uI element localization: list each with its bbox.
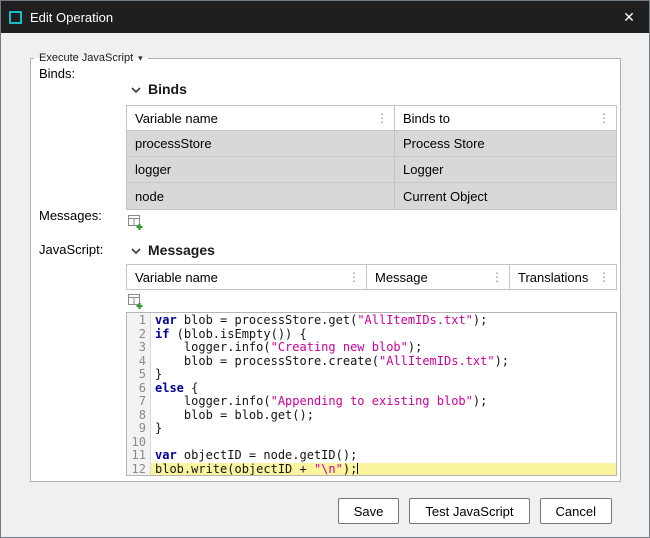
- line-number: 11: [127, 449, 146, 463]
- text-caret: [357, 463, 358, 474]
- binds-table-body: processStoreProcess StoreloggerLoggernod…: [126, 131, 617, 210]
- line-number: 10: [127, 436, 146, 450]
- form-label-binds: Binds:: [39, 66, 75, 81]
- operation-panel: Binds: Messages: JavaScript: Binds Varia…: [30, 58, 621, 482]
- table-row[interactable]: processStoreProcess Store: [127, 131, 616, 157]
- edit-operation-dialog: Edit Operation ✕ Binds: Messages: JavaSc…: [0, 0, 650, 538]
- code-line: }: [151, 422, 616, 436]
- dialog-actions: Save Test JavaScript Cancel: [338, 498, 612, 524]
- cancel-button[interactable]: Cancel: [540, 498, 612, 524]
- messages-table-header: Variable name ⋮ Message ⋮ Translations ⋮: [126, 264, 617, 290]
- line-number: 4: [127, 355, 146, 369]
- code-line: var blob = processStore.get("AllItemIDs.…: [151, 314, 616, 328]
- column-header-variable-name[interactable]: Variable name ⋮: [127, 265, 367, 289]
- table-row[interactable]: nodeCurrent Object: [127, 183, 616, 209]
- column-menu-icon[interactable]: ⋮: [595, 270, 613, 284]
- add-bind-row-button[interactable]: [126, 213, 144, 231]
- save-button[interactable]: Save: [338, 498, 400, 524]
- column-menu-icon[interactable]: ⋮: [595, 111, 613, 125]
- chevron-down-icon[interactable]: [131, 242, 141, 258]
- table-row[interactable]: loggerLogger: [127, 157, 616, 183]
- code-line: else {: [151, 382, 616, 396]
- operation-type-dropdown[interactable]: Execute JavaScript ▾: [34, 51, 148, 65]
- column-header-label: Binds to: [403, 111, 450, 126]
- code-line: if (blob.isEmpty()) {: [151, 328, 616, 342]
- column-header-translations[interactable]: Translations ⋮: [510, 265, 616, 289]
- code-line: logger.info("Creating new blob");: [151, 341, 616, 355]
- code-area[interactable]: var blob = processStore.get("AllItemIDs.…: [151, 313, 616, 475]
- app-icon: [9, 11, 22, 24]
- line-number: 5: [127, 368, 146, 382]
- code-line: [151, 436, 616, 450]
- cell-variable-name[interactable]: logger: [127, 157, 395, 182]
- column-header-label: Variable name: [135, 270, 218, 285]
- line-number: 1: [127, 314, 146, 328]
- code-line: var objectID = node.getID();: [151, 449, 616, 463]
- cell-binds-to[interactable]: Logger: [395, 157, 616, 182]
- dialog-content: Binds: Messages: JavaScript: Binds Varia…: [1, 33, 649, 537]
- add-row-icon: [127, 293, 143, 309]
- code-line: blob = blob.get();: [151, 409, 616, 423]
- add-row-icon: [127, 214, 143, 230]
- editor-gutter: 123456789101112: [127, 313, 151, 475]
- binds-table: Variable name ⋮ Binds to ⋮ processStoreP…: [126, 105, 617, 210]
- cell-binds-to[interactable]: Process Store: [395, 131, 616, 156]
- column-header-label: Message: [375, 270, 428, 285]
- javascript-code-editor[interactable]: 123456789101112 var blob = processStore.…: [126, 312, 617, 476]
- test-javascript-button[interactable]: Test JavaScript: [409, 498, 529, 524]
- dropdown-arrow-icon: ▾: [138, 51, 143, 65]
- column-menu-icon[interactable]: ⋮: [488, 270, 506, 284]
- column-header-message[interactable]: Message ⋮: [367, 265, 510, 289]
- column-menu-icon[interactable]: ⋮: [373, 111, 391, 125]
- line-number: 7: [127, 395, 146, 409]
- line-number: 3: [127, 341, 146, 355]
- binds-section-header[interactable]: Binds: [131, 81, 187, 97]
- binds-section-title: Binds: [148, 81, 187, 97]
- column-header-label: Variable name: [135, 111, 218, 126]
- line-number: 9: [127, 422, 146, 436]
- messages-table: Variable name ⋮ Message ⋮ Translations ⋮: [126, 264, 617, 290]
- code-line: }: [151, 368, 616, 382]
- add-message-row-button[interactable]: [126, 292, 144, 310]
- close-button[interactable]: ✕: [609, 1, 649, 33]
- cell-variable-name[interactable]: node: [127, 183, 395, 209]
- column-header-label: Translations: [518, 270, 588, 285]
- line-number: 2: [127, 328, 146, 342]
- operation-type-label: Execute JavaScript: [39, 51, 133, 65]
- column-header-binds-to[interactable]: Binds to ⋮: [395, 106, 616, 130]
- title-bar: Edit Operation ✕: [1, 1, 649, 33]
- column-menu-icon[interactable]: ⋮: [345, 270, 363, 284]
- form-label-javascript: JavaScript:: [39, 242, 103, 257]
- line-number: 12: [127, 463, 146, 477]
- window-title: Edit Operation: [30, 10, 113, 25]
- line-number: 6: [127, 382, 146, 396]
- messages-section-header[interactable]: Messages: [131, 242, 215, 258]
- code-line: logger.info("Appending to existing blob"…: [151, 395, 616, 409]
- cell-variable-name[interactable]: processStore: [127, 131, 395, 156]
- code-line: blob.write(objectID + "\n");: [151, 463, 616, 477]
- column-header-variable-name[interactable]: Variable name ⋮: [127, 106, 395, 130]
- line-number: 8: [127, 409, 146, 423]
- messages-section-title: Messages: [148, 242, 215, 258]
- form-label-messages: Messages:: [39, 208, 102, 223]
- chevron-down-icon[interactable]: [131, 81, 141, 97]
- code-line: blob = processStore.create("AllItemIDs.t…: [151, 355, 616, 369]
- cell-binds-to[interactable]: Current Object: [395, 183, 616, 209]
- binds-table-header: Variable name ⋮ Binds to ⋮: [126, 105, 617, 131]
